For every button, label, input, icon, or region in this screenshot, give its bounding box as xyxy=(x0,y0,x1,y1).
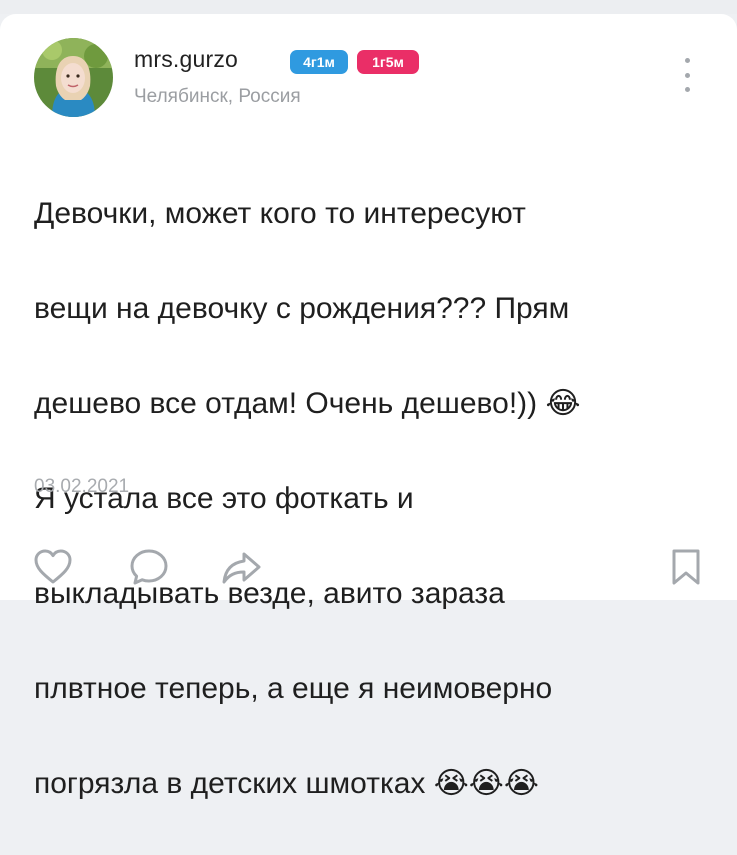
heart-icon xyxy=(34,549,72,584)
username[interactable]: mrs.gurzo xyxy=(134,46,238,73)
location: Челябинск, Россия xyxy=(134,86,301,107)
post-text-line: плвтное теперь, а еще я неимоверно xyxy=(34,671,553,705)
post-text-line: вещи на девочку с рождения??? Прям xyxy=(34,291,570,325)
like-button[interactable] xyxy=(31,545,75,589)
post-date: 03.02.2021 xyxy=(34,476,130,497)
badge-children-1: 4г1м xyxy=(290,50,348,74)
post-text-line: Девочки, может кого то интересуют xyxy=(34,196,526,230)
menu-dot xyxy=(684,58,690,63)
post-text-line: погрязла в детских шмотках 😭😭😭 xyxy=(34,766,539,800)
post-text: Девочки, может кого то интересуют вещи н… xyxy=(34,142,714,855)
menu-dot xyxy=(684,72,690,78)
menu-dot xyxy=(684,87,690,92)
top-strip xyxy=(0,0,737,14)
bookmark-icon xyxy=(672,549,700,585)
comment-icon xyxy=(130,549,168,585)
post-text-line: Я устала все это фоткать и xyxy=(34,481,414,515)
post-text-line: дешево все отдам! Очень дешево!)) 😂 xyxy=(34,386,581,420)
more-options-icon[interactable] xyxy=(672,58,702,92)
avatar-photo xyxy=(34,38,113,117)
bookmark-button[interactable] xyxy=(664,545,708,589)
comment-button[interactable] xyxy=(127,545,171,589)
share-button[interactable] xyxy=(219,545,263,589)
share-icon xyxy=(222,552,261,584)
badge-children-2: 1г5м xyxy=(357,50,419,74)
avatar[interactable] xyxy=(34,38,113,117)
